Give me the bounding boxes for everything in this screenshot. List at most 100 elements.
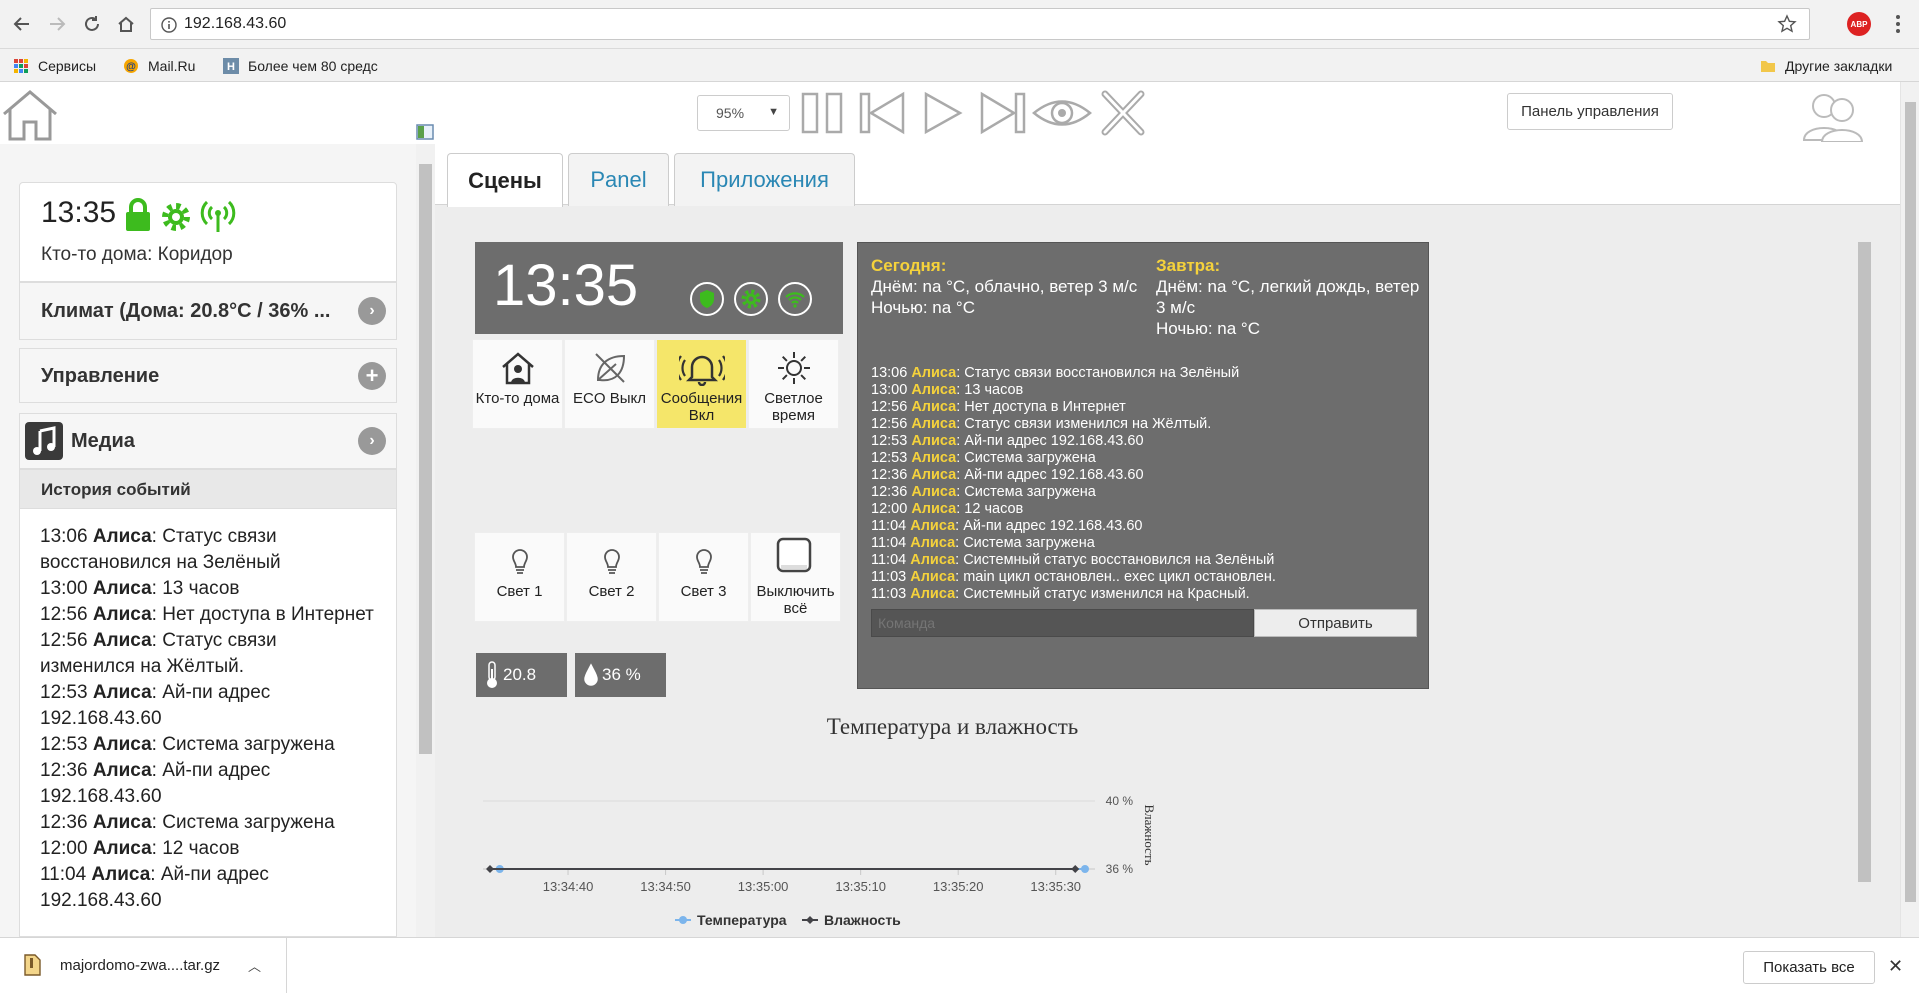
tab-label: Приложения — [700, 167, 829, 192]
url-text[interactable]: 192.168.43.60 — [184, 15, 286, 33]
media-accordion[interactable]: Медиа › — [19, 413, 397, 469]
chart-legend[interactable]: Температура Влажность — [675, 912, 901, 928]
tab-label: Panel — [590, 167, 647, 192]
close-x-icon[interactable] — [1097, 88, 1149, 138]
send-button[interactable]: Отправить — [1254, 609, 1417, 637]
entry-time: 12:53 — [40, 734, 88, 755]
close-icon[interactable]: ✕ — [1888, 956, 1903, 977]
sidebar-toggle-icon[interactable] — [416, 124, 434, 140]
entry-author: Алиса — [92, 838, 152, 859]
zoom-select[interactable]: 95% ▼ — [697, 95, 790, 131]
show-all-button[interactable]: Показать все — [1743, 951, 1875, 984]
log-line: 12:36 Алиса: Система загружена — [871, 484, 1421, 501]
home-browser-button[interactable] — [114, 12, 138, 36]
tile-eco[interactable]: ECO Выкл — [564, 339, 655, 429]
back-button[interactable] — [10, 12, 34, 36]
legend-swatch-marker — [806, 916, 814, 924]
forward-button[interactable] — [45, 12, 69, 36]
tab-strip: Сцены Panel Приложения — [435, 144, 1900, 207]
info-icon[interactable] — [161, 17, 177, 33]
history-entry: 12:36 Алиса: Ай-пи адрес 192.168.43.60 — [40, 758, 376, 810]
home-icon[interactable] — [0, 86, 60, 142]
history-header: История событий — [19, 469, 397, 509]
entry-time: 13:06 — [40, 526, 88, 547]
plus-icon[interactable]: + — [358, 362, 386, 390]
chevron-right-icon[interactable]: › — [358, 297, 386, 325]
bookmark-h[interactable]: H Более чем 80 средс — [223, 56, 378, 76]
weather-tomorrow-day: Днём: na °C, легкий дождь, ветер 3 м/с — [1156, 277, 1420, 317]
address-bar[interactable]: 192.168.43.60 — [150, 8, 1810, 40]
bookmark-other[interactable]: Другие закладки — [1760, 56, 1892, 76]
tab-apps[interactable]: Приложения — [674, 153, 855, 206]
wifi-icon[interactable] — [778, 282, 812, 316]
scene-scrollbar[interactable] — [1855, 222, 1873, 932]
gear-icon[interactable] — [734, 282, 768, 316]
climate-accordion[interactable]: Климат (Дома: 20.8°C / 36% ... › — [19, 282, 397, 340]
weather-tomorrow-title: Завтра: — [1156, 256, 1221, 275]
event-log-list: 13:06 Алиса: Статус связи восстановился … — [871, 365, 1421, 603]
bookmark-star-icon[interactable] — [1777, 14, 1797, 34]
skip-forward-icon[interactable] — [976, 88, 1028, 138]
eye-icon[interactable] — [1031, 88, 1093, 138]
shield-icon[interactable] — [690, 282, 724, 316]
temperature-sensor[interactable]: 20.8 — [476, 653, 567, 697]
tab-panel[interactable]: Panel — [568, 153, 669, 206]
tile-someone-home[interactable]: Кто-то дома — [472, 339, 563, 429]
svg-text:H: H — [227, 61, 235, 73]
tile-light-3[interactable]: Свет 3 — [658, 532, 749, 622]
entry-text: : Система загружена — [955, 535, 1095, 551]
entry-time: 12:36 — [40, 760, 88, 781]
bookmark-label: Сервисы — [38, 58, 97, 74]
page-scrollbar-thumb[interactable] — [1905, 102, 1916, 902]
users-icon[interactable] — [1800, 86, 1868, 142]
bookmark-services[interactable]: Сервисы — [13, 56, 96, 76]
kebab-menu-icon[interactable] — [1890, 12, 1906, 36]
bookmark-mailru[interactable]: @ Mail.Ru — [123, 56, 195, 76]
chart-canvas: 24.8 C20.8 C40 %36 %ТемператураВлажность… — [483, 794, 1157, 928]
tile-light-1[interactable]: Свет 1 — [474, 532, 565, 622]
pause-icon[interactable] — [797, 88, 849, 138]
control-panel-label: Панель управления — [1521, 103, 1659, 120]
tab-scenes[interactable]: Сцены — [447, 153, 563, 207]
log-line: 12:00 Алиса: 12 часов — [871, 501, 1421, 518]
chevron-right-icon[interactable]: › — [358, 427, 386, 455]
control-title: Управление — [41, 365, 160, 387]
download-bar: majordomo-zwa....tar.gz ︿ Показать все ✕ — [0, 937, 1919, 993]
humidity-sensor[interactable]: 36 % — [575, 653, 666, 697]
download-item[interactable]: majordomo-zwa....tar.gz ︿ — [0, 938, 287, 993]
entry-time: 12:36 — [871, 484, 908, 500]
eco-leaf-off-icon — [595, 353, 626, 383]
reload-button[interactable] — [80, 12, 104, 36]
clock-widget: 13:35 — [475, 242, 843, 334]
skip-back-icon[interactable] — [857, 88, 909, 138]
y-right-axis-title: Влажность — [1142, 804, 1157, 865]
log-line: 12:53 Алиса: Ай-пи адрес 192.168.43.60 — [871, 433, 1421, 450]
entry-author: Алиса — [911, 450, 957, 466]
apps-grid-icon — [14, 59, 28, 73]
entry-author: Алиса — [911, 484, 957, 500]
entry-author: Алиса — [92, 526, 152, 547]
left-scrollbar[interactable] — [416, 144, 435, 937]
log-line: 12:36 Алиса: Ай-пи адрес 192.168.43.60 — [871, 467, 1421, 484]
status-card: 13:35 Кто-то дома: Коридор — [19, 182, 397, 282]
entry-author: Алиса — [92, 682, 152, 703]
tile-light-2[interactable]: Свет 2 — [566, 532, 657, 622]
play-icon[interactable] — [916, 88, 968, 138]
page-scrollbar[interactable] — [1900, 82, 1919, 937]
adblock-icon[interactable]: ABP — [1847, 12, 1871, 36]
left-scrollbar-thumb[interactable] — [419, 164, 432, 754]
chevron-up-icon[interactable]: ︿ — [248, 956, 261, 975]
entry-author: Алиса — [910, 535, 956, 551]
scene-scrollbar-thumb[interactable] — [1858, 242, 1871, 882]
control-panel-button[interactable]: Панель управления — [1507, 93, 1673, 130]
tile-all-off[interactable]: Выключить всё — [750, 532, 841, 622]
control-accordion[interactable]: Управление + — [19, 348, 397, 403]
tile-daytime[interactable]: Светлое время — [748, 339, 839, 429]
entry-text: : 13 часов — [151, 578, 240, 599]
tile-messages[interactable]: Сообщения Вкл — [656, 339, 747, 429]
log-line: 11:04 Алиса: Ай-пи адрес 192.168.43.60 — [871, 518, 1421, 535]
command-input[interactable] — [871, 609, 1254, 637]
entry-text: : 12 часов — [151, 838, 240, 859]
antenna-icon — [200, 200, 236, 232]
weather-tomorrow: Завтра: Днём: na °C, легкий дождь, ветер… — [1156, 255, 1426, 339]
